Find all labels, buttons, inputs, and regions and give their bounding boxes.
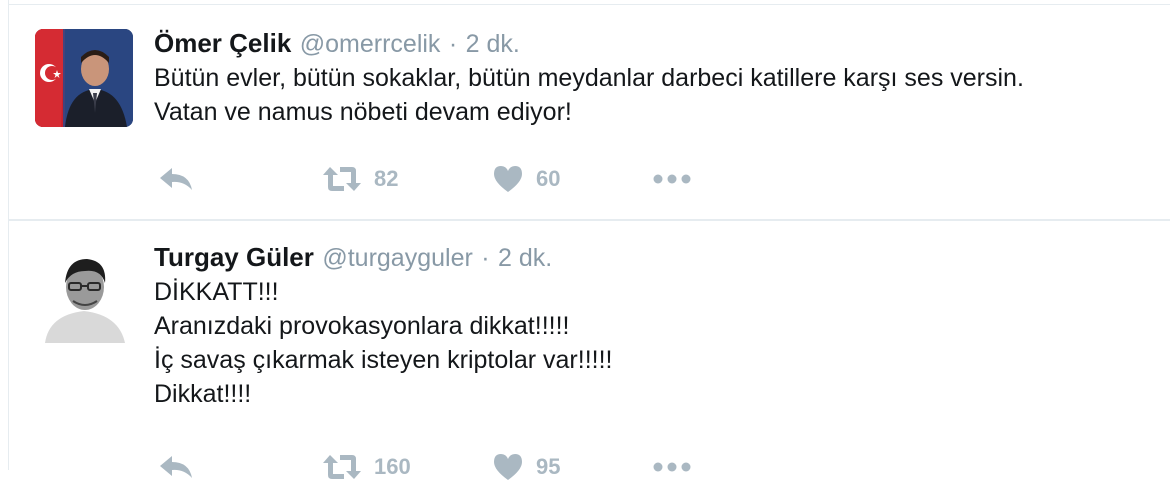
avatar[interactable] (35, 245, 133, 343)
tweet-content: Turgay Güler @turgayguler · 2 dk. DİKKAT… (154, 239, 1170, 411)
separator: · (448, 30, 458, 58)
fullname[interactable]: Turgay Güler (154, 242, 314, 272)
retweet-icon (322, 453, 362, 481)
tweet-header: Turgay Güler @turgayguler · 2 dk. (154, 239, 1170, 275)
retweet-button[interactable]: 82 (322, 159, 398, 199)
retweet-count: 82 (374, 166, 399, 191)
reply-icon (158, 164, 194, 194)
username[interactable]: @omerrcelik (300, 30, 441, 58)
separator: · (481, 244, 490, 272)
like-count: 60 (536, 166, 561, 191)
heart-icon (492, 452, 524, 482)
heart-icon (492, 164, 524, 194)
tweet-text-line: Vatan ve namus nöbeti devam ediyor! (154, 98, 572, 126)
reply-button[interactable] (158, 159, 194, 199)
tweet-text: DİKKATT!!! Aranızdaki provokasyonlara di… (154, 275, 1170, 411)
username[interactable]: @turgayguler (322, 244, 472, 272)
tweet[interactable]: Ömer Çelik @omerrcelik · 2 dk. Bütün evl… (9, 5, 1170, 221)
tweet-content: Ömer Çelik @omerrcelik · 2 dk. Bütün evl… (154, 25, 1170, 129)
more-button[interactable] (652, 159, 692, 199)
avatar[interactable] (35, 29, 133, 127)
retweet-icon (322, 165, 362, 193)
tweet-text-line: Dikkat!!!! (154, 380, 252, 408)
tweet-text: Bütün evler, bütün sokaklar, bütün meyda… (154, 61, 1170, 129)
more-icon (652, 461, 692, 473)
tweet-text-line: DİKKATT!!! (154, 278, 279, 306)
tweet[interactable]: Turgay Güler @turgayguler · 2 dk. DİKKAT… (9, 221, 1170, 481)
like-button[interactable]: 95 (492, 447, 560, 487)
retweet-button[interactable]: 160 (322, 447, 411, 487)
reply-button[interactable] (158, 447, 194, 487)
like-button[interactable]: 60 (492, 159, 560, 199)
tweet-header: Ömer Çelik @omerrcelik · 2 dk. (154, 25, 1170, 61)
tweet-text-line: Aranızdaki provokasyonlara dikkat!!!!! (154, 312, 570, 340)
tweet-text-line: Bütün evler, bütün sokaklar, bütün meyda… (154, 64, 1024, 92)
more-icon (652, 173, 692, 185)
timestamp[interactable]: 2 dk. (466, 30, 520, 58)
timeline: Ömer Çelik @omerrcelik · 2 dk. Bütün evl… (8, 0, 1170, 480)
more-button[interactable] (652, 447, 692, 487)
retweet-count: 160 (374, 454, 411, 479)
like-count: 95 (536, 454, 561, 479)
fullname[interactable]: Ömer Çelik (154, 28, 291, 58)
reply-icon (158, 452, 194, 482)
tweet-text-line: İç savaş çıkarmak isteyen kriptolar var!… (154, 346, 613, 374)
timestamp[interactable]: 2 dk. (498, 244, 552, 272)
